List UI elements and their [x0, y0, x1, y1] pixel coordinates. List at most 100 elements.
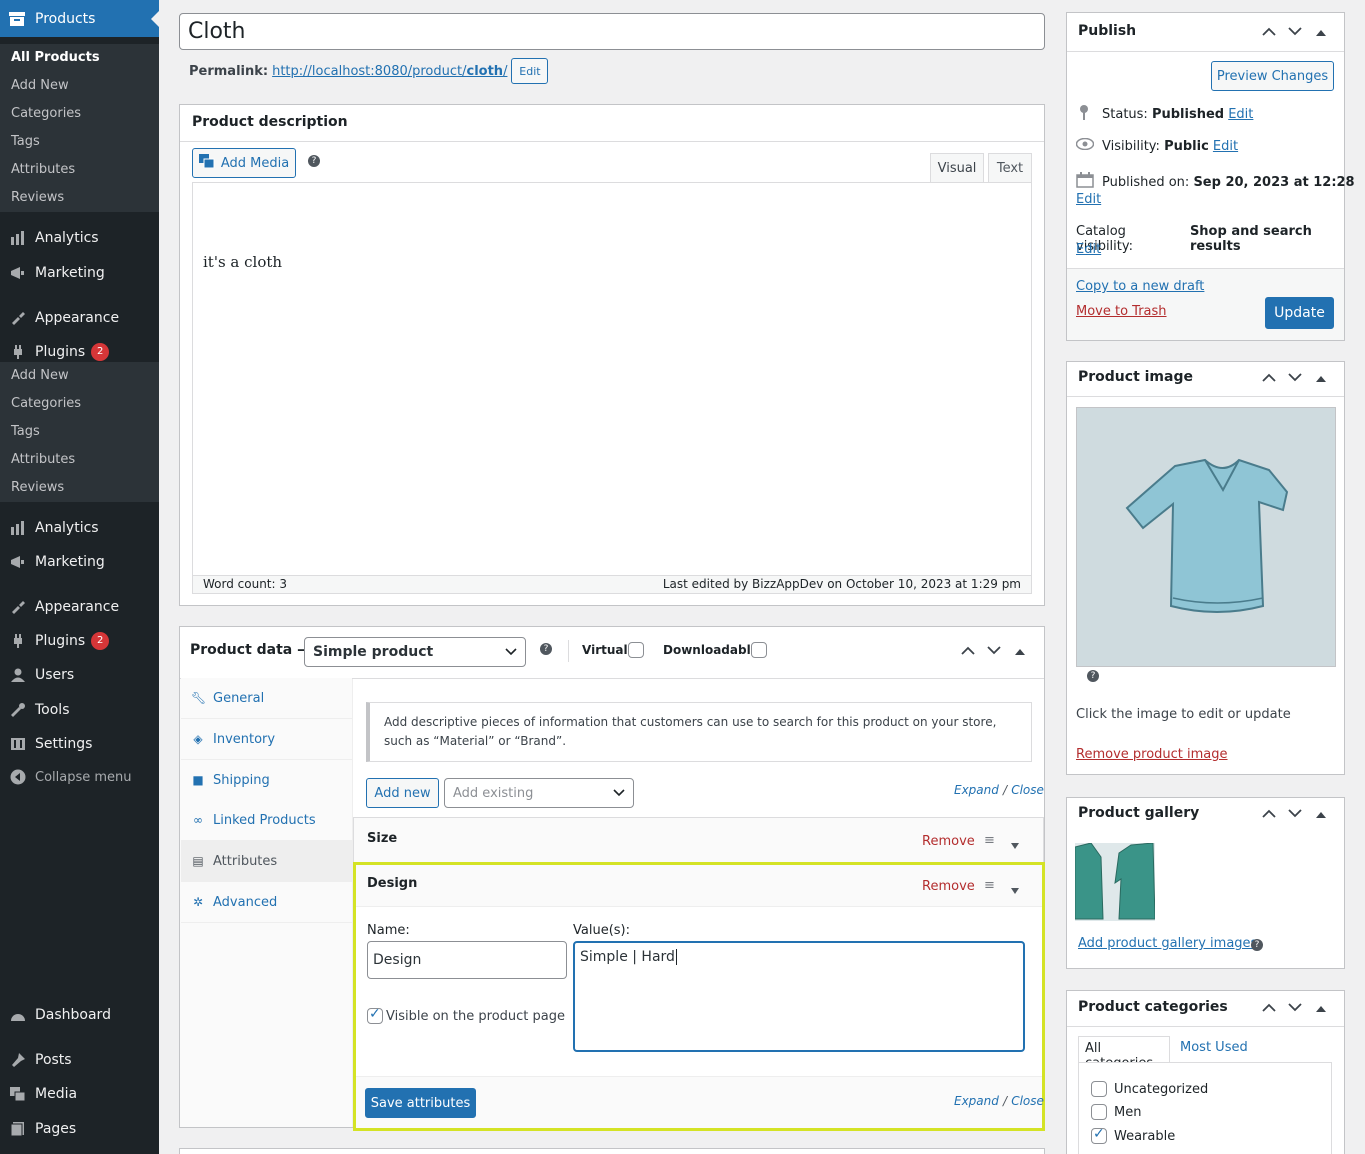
- category-item[interactable]: Men: [1091, 1104, 1141, 1120]
- sidebar-item-analytics[interactable]: Analytics: [0, 221, 159, 255]
- update-button[interactable]: Update: [1265, 297, 1334, 329]
- sidebar-item-products[interactable]: Products: [0, 0, 159, 37]
- submenu-attributes[interactable]: Attributes: [0, 156, 159, 184]
- move-up-icon[interactable]: [960, 643, 976, 659]
- drag-handle-icon[interactable]: ≡: [984, 833, 995, 848]
- downloadable-checkbox[interactable]: [751, 642, 767, 658]
- tab-most-used[interactable]: Most Used: [1180, 1040, 1248, 1055]
- preview-changes-button[interactable]: Preview Changes: [1211, 61, 1334, 91]
- expand-link[interactable]: Expand: [954, 783, 999, 797]
- tab-inventory[interactable]: ◈ Inventory: [181, 719, 352, 760]
- permalink-edit-button[interactable]: Edit: [511, 58, 549, 84]
- toggle-panel-icon[interactable]: [1313, 370, 1329, 386]
- published-edit-link[interactable]: Edit: [1076, 192, 1101, 207]
- move-up-icon[interactable]: [1261, 370, 1277, 386]
- save-attributes-button[interactable]: Save attributes: [365, 1088, 476, 1118]
- sidebar-item-analytics[interactable]: Analytics: [0, 511, 159, 545]
- tab-advanced[interactable]: ✲ Advanced: [181, 882, 352, 923]
- move-up-icon[interactable]: [1261, 806, 1277, 822]
- add-gallery-images-link[interactable]: Add product gallery images: [1078, 936, 1257, 951]
- category-checkbox[interactable]: [1091, 1081, 1107, 1097]
- tab-all-categories[interactable]: All categories: [1078, 1036, 1170, 1071]
- category-item[interactable]: Uncategorized: [1091, 1081, 1208, 1097]
- visible-on-product-checkbox[interactable]: [367, 1006, 383, 1024]
- category-item[interactable]: Wearable: [1091, 1126, 1175, 1144]
- submenu-attributes[interactable]: Attributes: [0, 446, 159, 474]
- help-icon[interactable]: ?: [308, 155, 320, 167]
- help-icon[interactable]: ?: [540, 643, 552, 655]
- virtual-checkbox[interactable]: [628, 642, 644, 658]
- sidebar-item-marketing[interactable]: Marketing: [0, 545, 159, 579]
- submenu-categories[interactable]: Categories: [0, 390, 159, 418]
- sidebar-item-settings[interactable]: Settings: [0, 727, 159, 761]
- permalink-link[interactable]: http://localhost:8080/product/cloth/: [272, 64, 507, 79]
- sidebar-item-appearance[interactable]: Appearance: [0, 590, 159, 624]
- category-checkbox[interactable]: [1091, 1126, 1107, 1144]
- category-checkbox[interactable]: [1091, 1104, 1107, 1120]
- help-icon[interactable]: ?: [1251, 939, 1263, 951]
- submenu-tags[interactable]: Tags: [0, 128, 159, 156]
- remove-product-image-link[interactable]: Remove product image: [1076, 747, 1228, 762]
- submenu-categories[interactable]: Categories: [0, 100, 159, 128]
- remove-attribute-link[interactable]: Remove: [922, 879, 975, 894]
- product-image[interactable]: [1076, 407, 1336, 667]
- toggle-panel-icon[interactable]: [1313, 1000, 1329, 1016]
- submenu-add-new[interactable]: Add New: [0, 362, 159, 390]
- attribute-name-input[interactable]: Design: [367, 941, 567, 979]
- post-title-input[interactable]: Cloth: [179, 13, 1045, 50]
- description-editor[interactable]: it's a cloth Word count: 3 Last edited b…: [192, 182, 1032, 594]
- tab-shipping[interactable]: ■ Shipping: [181, 760, 352, 801]
- sidebar-item-plugins[interactable]: Plugins 2: [0, 624, 159, 658]
- tab-linked-products[interactable]: ∞ Linked Products: [181, 800, 352, 841]
- move-down-icon[interactable]: [1287, 370, 1303, 386]
- toggle-panel-icon[interactable]: [1012, 643, 1028, 659]
- visibility-edit-link[interactable]: Edit: [1213, 139, 1238, 154]
- sidebar-item-tools[interactable]: Tools: [0, 693, 159, 727]
- product-type-select[interactable]: Simple product: [304, 637, 526, 667]
- add-media-button[interactable]: Add Media: [192, 148, 296, 178]
- move-down-icon[interactable]: [986, 643, 1002, 659]
- attribute-values-textarea[interactable]: Simple | Hard: [573, 941, 1025, 1052]
- sidebar-item-pages[interactable]: Pages: [0, 1112, 159, 1146]
- toggle-panel-icon[interactable]: [1313, 806, 1329, 822]
- sidebar-item-marketing[interactable]: Marketing: [0, 256, 159, 290]
- move-up-icon[interactable]: [1261, 24, 1277, 40]
- toggle-panel-icon[interactable]: [1313, 24, 1329, 40]
- submenu-add-new[interactable]: Add New: [0, 72, 159, 100]
- toggle-arrow-icon[interactable]: [1011, 883, 1019, 898]
- catalog-edit-link[interactable]: Edit: [1076, 242, 1101, 257]
- status-edit-link[interactable]: Edit: [1228, 107, 1253, 122]
- move-down-icon[interactable]: [1287, 806, 1303, 822]
- copy-draft-link[interactable]: Copy to a new draft: [1076, 279, 1204, 294]
- attribute-size[interactable]: Size Remove ≡: [353, 817, 1044, 863]
- expand-link[interactable]: Expand: [954, 1094, 999, 1108]
- move-up-icon[interactable]: [1261, 1000, 1277, 1016]
- move-to-trash-link[interactable]: Move to Trash: [1076, 304, 1167, 319]
- gallery-thumbnail[interactable]: [1074, 842, 1156, 921]
- sidebar-item-appearance[interactable]: Appearance: [0, 301, 159, 335]
- tab-general[interactable]: 🔧︎ General: [181, 678, 352, 719]
- submenu-all-products[interactable]: All Products: [0, 44, 159, 72]
- submenu-reviews[interactable]: Reviews: [0, 184, 159, 212]
- remove-attribute-link[interactable]: Remove: [922, 834, 975, 849]
- move-down-icon[interactable]: [1287, 1000, 1303, 1016]
- tab-text[interactable]: Text: [988, 153, 1032, 183]
- tab-attributes[interactable]: ▤ Attributes: [181, 841, 352, 882]
- sidebar-item-media[interactable]: Media: [0, 1077, 159, 1111]
- editor-content[interactable]: it's a cloth: [203, 253, 282, 271]
- close-link[interactable]: Close: [1011, 783, 1044, 797]
- sidebar-item-posts[interactable]: Posts: [0, 1043, 159, 1077]
- add-existing-select[interactable]: Add existing: [444, 778, 634, 808]
- tab-visual[interactable]: Visual: [930, 153, 984, 183]
- close-link[interactable]: Close: [1011, 1094, 1044, 1108]
- collapse-menu-button[interactable]: Collapse menu: [0, 760, 159, 794]
- toggle-arrow-icon[interactable]: [1011, 838, 1019, 853]
- sidebar-item-dashboard[interactable]: Dashboard: [0, 998, 159, 1032]
- add-new-attribute-button[interactable]: Add new: [366, 778, 439, 808]
- submenu-tags[interactable]: Tags: [0, 418, 159, 446]
- move-down-icon[interactable]: [1287, 24, 1303, 40]
- submenu-reviews[interactable]: Reviews: [0, 474, 159, 502]
- sidebar-item-users[interactable]: Users: [0, 658, 159, 692]
- help-icon[interactable]: ?: [1087, 670, 1099, 682]
- drag-handle-icon[interactable]: ≡: [984, 878, 995, 893]
